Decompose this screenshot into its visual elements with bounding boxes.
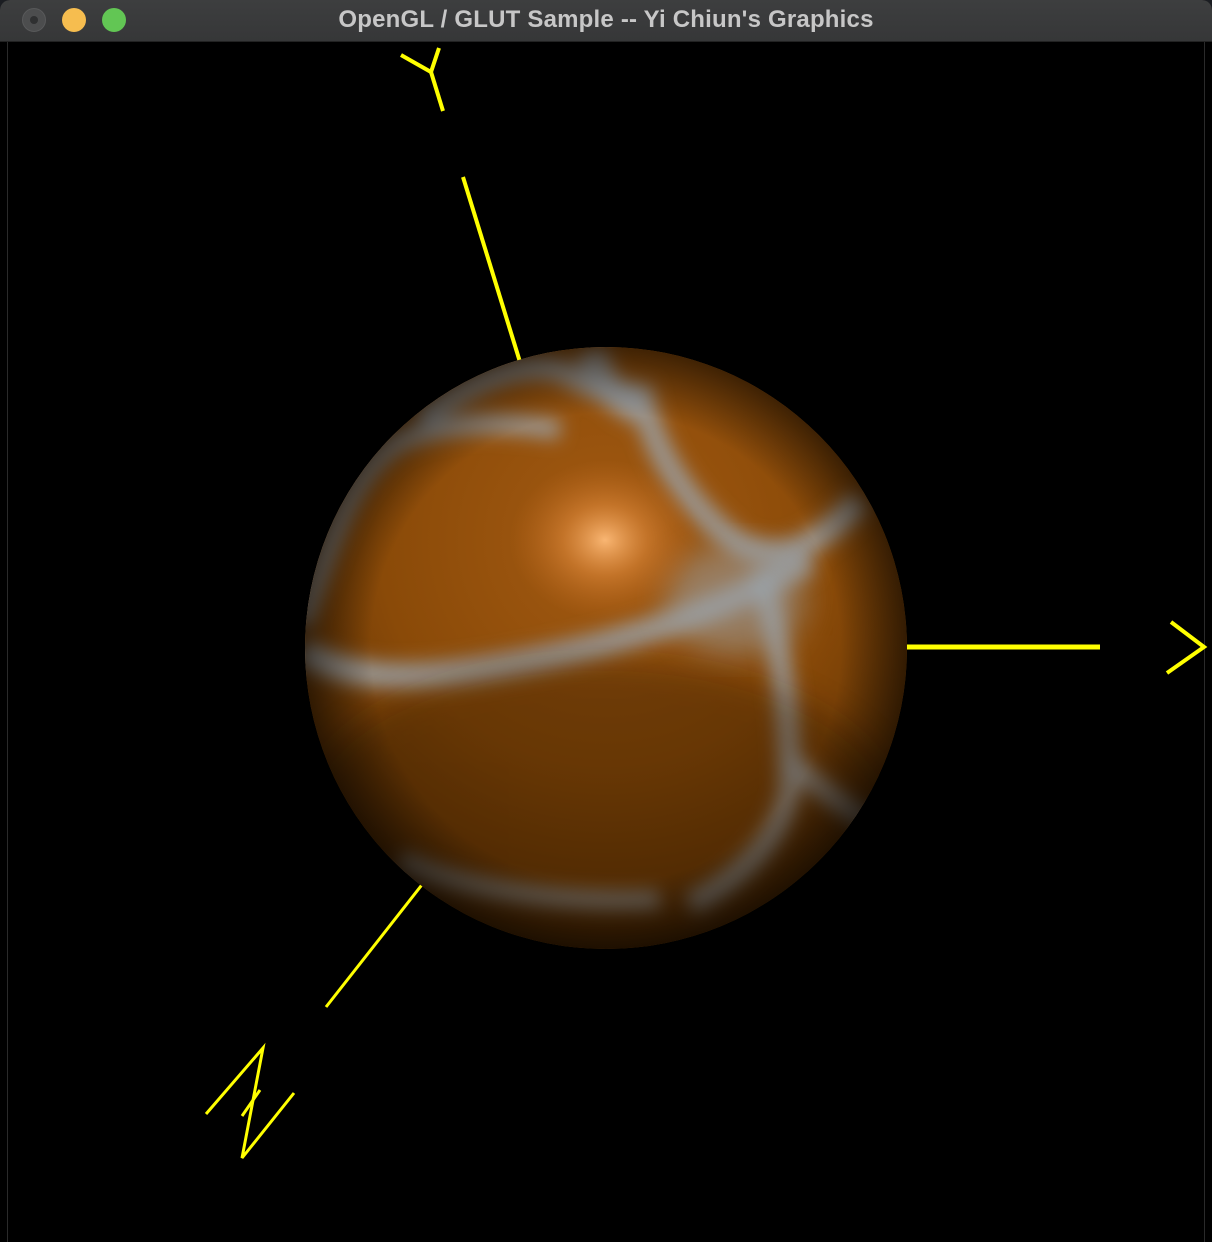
x-axis-label-icon (1165, 620, 1208, 675)
y-axis-line (461, 176, 522, 363)
y-axis-label-stem (429, 71, 445, 112)
glut-window: OpenGL / GLUT Sample -- Yi Chiun's Graph… (0, 0, 1212, 1242)
y-axis-label-icon (400, 47, 441, 75)
sphere[interactable] (300, 347, 910, 980)
3d-scene (204, 47, 1208, 1159)
